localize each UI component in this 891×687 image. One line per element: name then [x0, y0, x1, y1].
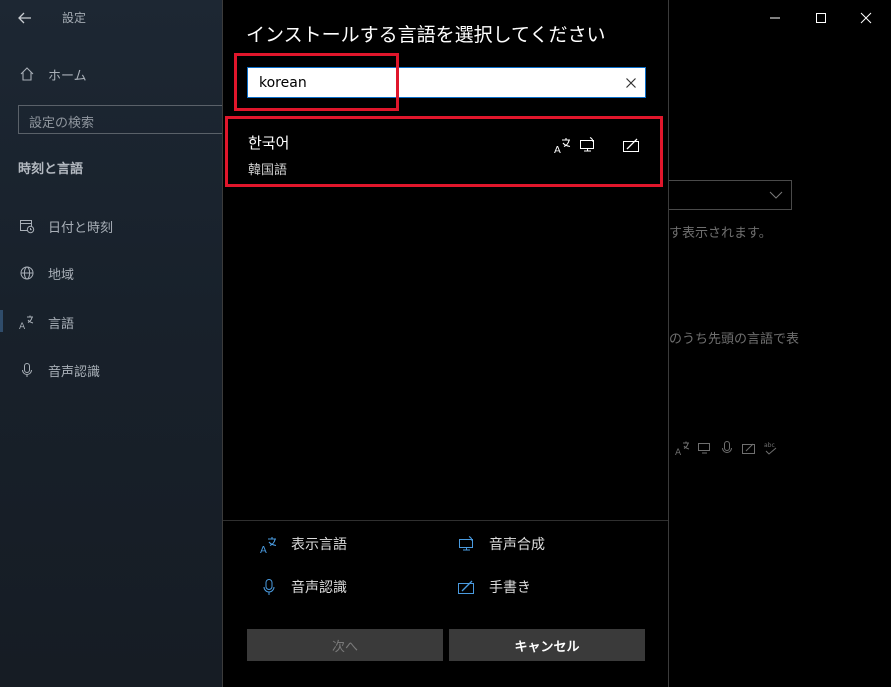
background-text: す表示されます。	[669, 226, 772, 241]
close-icon	[626, 78, 636, 88]
maximize-button[interactable]	[798, 4, 844, 32]
language-icon: A	[18, 313, 36, 331]
svg-text:abc: abc	[764, 442, 775, 449]
sidebar-item-date-time[interactable]: 日付と時刻	[18, 214, 113, 238]
sidebar-item-home[interactable]: ホーム	[18, 62, 87, 86]
settings-title: 設定	[62, 11, 87, 25]
svg-text:A: A	[19, 322, 26, 330]
handwriting-icon	[457, 577, 477, 597]
cancel-button[interactable]: キャンセル	[449, 629, 645, 661]
svg-text:A: A	[675, 448, 682, 456]
microphone-icon	[722, 441, 732, 453]
back-arrow-icon[interactable]	[14, 7, 36, 29]
microphone-icon	[18, 361, 36, 379]
legend-speech-synthesis: 音声合成	[457, 534, 545, 554]
sidebar-item-label: 地域	[48, 267, 75, 283]
background-text: のうち先頭の言語で表	[669, 332, 800, 347]
legend-label: 手書き	[489, 580, 531, 596]
sidebar-item-speech[interactable]: 音声認識	[18, 358, 100, 382]
minimize-icon	[770, 17, 780, 19]
section-heading: 時刻と言語	[18, 162, 84, 177]
close-window-button[interactable]	[843, 4, 889, 32]
globe-icon	[18, 264, 36, 282]
language-icon: A	[675, 441, 690, 456]
install-language-dialog: インストールする言語を選択してください 한국어 韓国語 A A 表示言語 音声合…	[222, 0, 669, 687]
speech-synthesis-icon	[698, 443, 710, 454]
minimize-button[interactable]	[752, 4, 798, 32]
sidebar-item-label: 言語	[48, 316, 75, 332]
display-language-select[interactable]	[669, 180, 792, 210]
sidebar-item-label: ホーム	[48, 68, 87, 84]
dialog-title: インストールする言語を選択してください	[246, 24, 606, 46]
speech-synthesis-icon	[457, 534, 477, 554]
sidebar-item-label: 音声認識	[48, 364, 101, 380]
calendar-clock-icon	[18, 217, 36, 235]
sidebar-item-language[interactable]: A 言語	[18, 310, 74, 334]
sidebar-item-label: 日付と時刻	[48, 220, 114, 236]
home-icon	[18, 65, 36, 83]
highlight-result-item	[225, 116, 663, 187]
maximize-icon	[816, 13, 826, 23]
spellcheck-icon: abc	[764, 442, 777, 455]
legend-label: 音声合成	[489, 537, 545, 553]
close-icon	[860, 12, 872, 24]
legend-label: 表示言語	[291, 537, 347, 553]
language-icon: A	[259, 534, 279, 554]
sidebar-item-region[interactable]: 地域	[18, 261, 74, 285]
legend-display-language: A 表示言語	[259, 534, 347, 554]
clear-search-button[interactable]	[623, 75, 639, 91]
microphone-icon	[259, 577, 279, 597]
settings-search-input[interactable]: 設定の検索	[18, 105, 222, 134]
language-feature-icons: A abc	[675, 440, 779, 456]
handwriting-icon	[742, 443, 755, 454]
legend-speech-recognition: 音声認識	[259, 577, 347, 597]
next-button[interactable]: 次へ	[247, 629, 443, 661]
active-indicator	[0, 310, 3, 332]
settings-sidebar: 設定 ホーム 設定の検索 時刻と言語 日付と時刻 地域 A 言語 音声認識	[0, 0, 222, 687]
highlight-search-box	[234, 53, 399, 111]
chevron-down-icon	[769, 191, 783, 199]
divider	[223, 520, 668, 521]
legend-label: 音声認識	[291, 580, 347, 596]
svg-text:A: A	[260, 545, 267, 554]
legend-handwriting: 手書き	[457, 577, 531, 597]
